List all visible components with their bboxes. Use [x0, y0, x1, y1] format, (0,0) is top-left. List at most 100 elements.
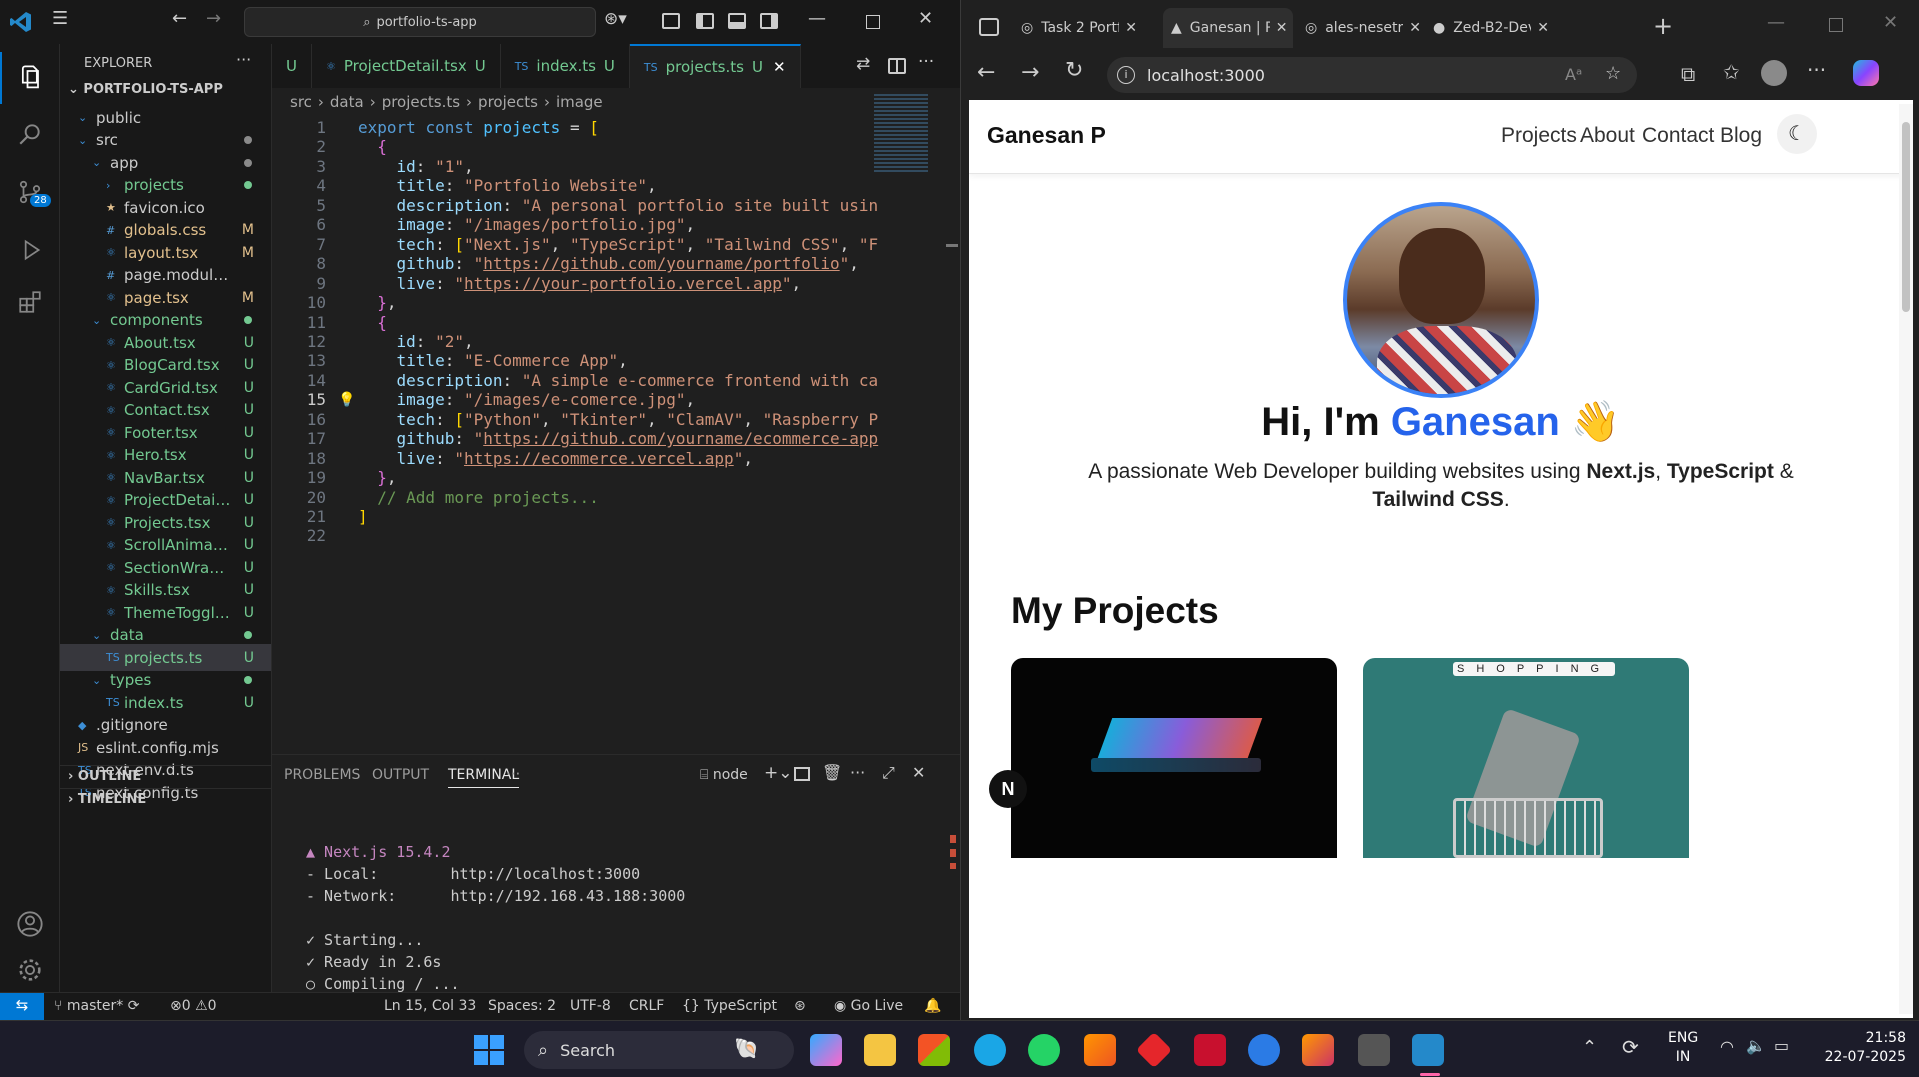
address-bar[interactable]: i localhost:3000 Aᵃ ☆ [1107, 57, 1637, 93]
back-icon[interactable]: ← [977, 60, 995, 85]
file-explorer-icon[interactable] [864, 1034, 896, 1066]
language-mode[interactable]: {} TypeScript [682, 998, 777, 1014]
split-editor-icon[interactable] [888, 58, 906, 74]
mcafee-icon[interactable] [1194, 1034, 1226, 1066]
breadcrumb-item[interactable]: data [330, 93, 364, 111]
theme-toggle-moon-icon[interactable]: ☾ [1777, 114, 1817, 154]
language-indicator[interactable]: ENG IN [1668, 1029, 1698, 1067]
editor-tab[interactable]: TS projects.ts U ✕ [629, 44, 801, 88]
copilot-sidebar-icon[interactable] [1853, 60, 1879, 86]
editor-tab[interactable]: TS index.ts U [501, 44, 630, 88]
maximize-icon[interactable] [866, 15, 880, 29]
close-tab-icon[interactable]: ✕ [1125, 20, 1137, 36]
outline-section[interactable]: › OUTLINE [60, 765, 271, 789]
site-brand[interactable]: Ganesan P [987, 122, 1106, 149]
minimap[interactable] [874, 94, 928, 174]
more-actions-icon[interactable]: ··· [236, 50, 251, 69]
terminal-shell[interactable]: ⌸ node [700, 767, 748, 783]
whatsapp-icon[interactable] [1028, 1034, 1060, 1066]
nav-about[interactable]: About [1580, 124, 1635, 148]
copilot-status-icon[interactable]: ⊛ [794, 998, 806, 1014]
maximize-panel-icon[interactable]: ⤢ [882, 763, 895, 783]
editor-tab[interactable]: U [272, 44, 312, 88]
indentation[interactable]: Spaces: 2 [488, 998, 556, 1014]
breadcrumb-item[interactable]: projects.ts [382, 93, 460, 111]
editor-more-icon[interactable]: ··· [918, 52, 934, 72]
problems-indicator[interactable]: ⊗0 ⚠0 [170, 998, 217, 1014]
show-hidden-icons-icon[interactable]: ⌃ [1582, 1037, 1597, 1058]
refresh-icon[interactable]: ↻ [1065, 58, 1083, 83]
edge-browser-icon[interactable] [974, 1034, 1006, 1066]
lightbulb-icon[interactable]: 💡 [338, 388, 355, 412]
page-scrollbar[interactable] [1899, 104, 1913, 1014]
panel-tab[interactable]: PROBLEMS [284, 767, 360, 783]
nav-projects[interactable]: Projects [1501, 124, 1577, 148]
browser-tab[interactable]: ◎ Task 2 Portfo ✕ [1013, 8, 1137, 48]
remote-icon[interactable]: ⇆ [0, 993, 44, 1020]
new-tab-icon[interactable]: + [1653, 12, 1673, 40]
source-control-icon[interactable]: 28 [0, 166, 60, 218]
cursor-position[interactable]: Ln 15, Col 33 [384, 998, 476, 1014]
volume-icon[interactable]: 🔈 [1746, 1036, 1766, 1055]
new-terminal-icon[interactable]: +⌄ [764, 763, 793, 783]
nextjs-dev-badge[interactable]: N [989, 770, 1027, 808]
nav-contact[interactable]: Contact [1642, 124, 1714, 148]
eol[interactable]: CRLF [629, 998, 664, 1014]
scrollbar-thumb[interactable] [1902, 122, 1910, 312]
split-terminal-icon[interactable] [794, 767, 810, 781]
browser-minimize-icon[interactable]: — [1767, 12, 1785, 33]
clock[interactable]: 21:58 22-07-2025 [1812, 1029, 1906, 1067]
layout-grid-icon[interactable] [662, 13, 680, 29]
close-window-icon[interactable]: ✕ [918, 8, 933, 29]
panel-more-actions-icon[interactable]: ··· [850, 763, 865, 782]
compare-changes-icon[interactable]: ⇄ [856, 54, 870, 74]
browser-close-icon[interactable]: ✕ [1883, 12, 1898, 33]
browser-tab[interactable]: ◎ ales-nesetril ✕ [1297, 8, 1421, 48]
encoding[interactable]: UTF-8 [570, 998, 611, 1014]
close-tab-icon[interactable]: ✕ [773, 58, 786, 76]
forward-icon[interactable]: → [206, 8, 221, 29]
back-icon[interactable]: ← [172, 8, 187, 29]
wifi-icon[interactable]: ◠ [1720, 1037, 1734, 1056]
nav-blog[interactable]: Blog [1720, 124, 1762, 148]
sync-icon[interactable]: ⟳ [1622, 1035, 1639, 1059]
breadcrumb-item[interactable]: image [556, 93, 603, 111]
start-windows-icon[interactable] [474, 1035, 504, 1065]
toggle-secondary-sidebar-icon[interactable] [760, 13, 778, 29]
close-panel-icon[interactable]: ✕ [912, 763, 925, 782]
close-tab-icon[interactable]: ✕ [1409, 20, 1421, 36]
toggle-sidebar-icon[interactable] [696, 13, 714, 29]
app-icon[interactable] [1358, 1034, 1390, 1066]
favorite-star-icon[interactable]: ☆ [1605, 63, 1621, 84]
command-center[interactable]: ⌕ portfolio-ts-app [244, 7, 596, 37]
project-card-ecommerce[interactable]: SHOPPING [1363, 658, 1689, 858]
git-app-icon[interactable] [1135, 1031, 1173, 1069]
explorer-icon[interactable] [0, 52, 60, 104]
copilot-icon[interactable]: ⊛▾ [604, 9, 627, 29]
firefox-icon[interactable] [1302, 1034, 1334, 1066]
copilot-app-icon[interactable] [810, 1034, 842, 1066]
favorites-icon[interactable]: ✩ [1723, 60, 1740, 84]
vscode-taskbar-icon[interactable] [1412, 1034, 1444, 1066]
editor-tab[interactable]: ⚛ ProjectDetail.tsx U [312, 44, 501, 88]
settings-gear-icon[interactable] [0, 944, 60, 996]
project-card-portfolio[interactable] [1011, 658, 1337, 858]
run-debug-icon[interactable] [0, 224, 60, 276]
account-icon[interactable] [0, 898, 60, 950]
trash-icon[interactable]: 🗑 [822, 763, 842, 782]
search-icon[interactable] [0, 108, 60, 160]
menu-icon[interactable]: ☰ [52, 8, 68, 29]
branch[interactable]: ⑂ master* ⟳ [54, 998, 139, 1014]
go-live[interactable]: ◉ Go Live [834, 998, 903, 1014]
battery-icon[interactable]: ▭ [1774, 1036, 1789, 1055]
browser-tab[interactable]: ● Zed-B2-Dev ✕ [1425, 8, 1549, 48]
store-icon[interactable] [918, 1034, 950, 1066]
terminal-output[interactable]: ▲ Next.js 15.4.2 - Local: http://localhos… [306, 841, 685, 995]
panel-tab[interactable]: OUTPUT [372, 767, 429, 783]
taskbar-search[interactable]: ⌕ Search 🐚 [524, 1031, 794, 1069]
toggle-panel-icon[interactable] [728, 13, 746, 29]
breadcrumb-item[interactable]: projects [478, 93, 538, 111]
close-tab-icon[interactable]: ✕ [1276, 20, 1288, 36]
tab-actions-icon[interactable] [979, 18, 999, 36]
profile-avatar[interactable] [1761, 60, 1787, 86]
